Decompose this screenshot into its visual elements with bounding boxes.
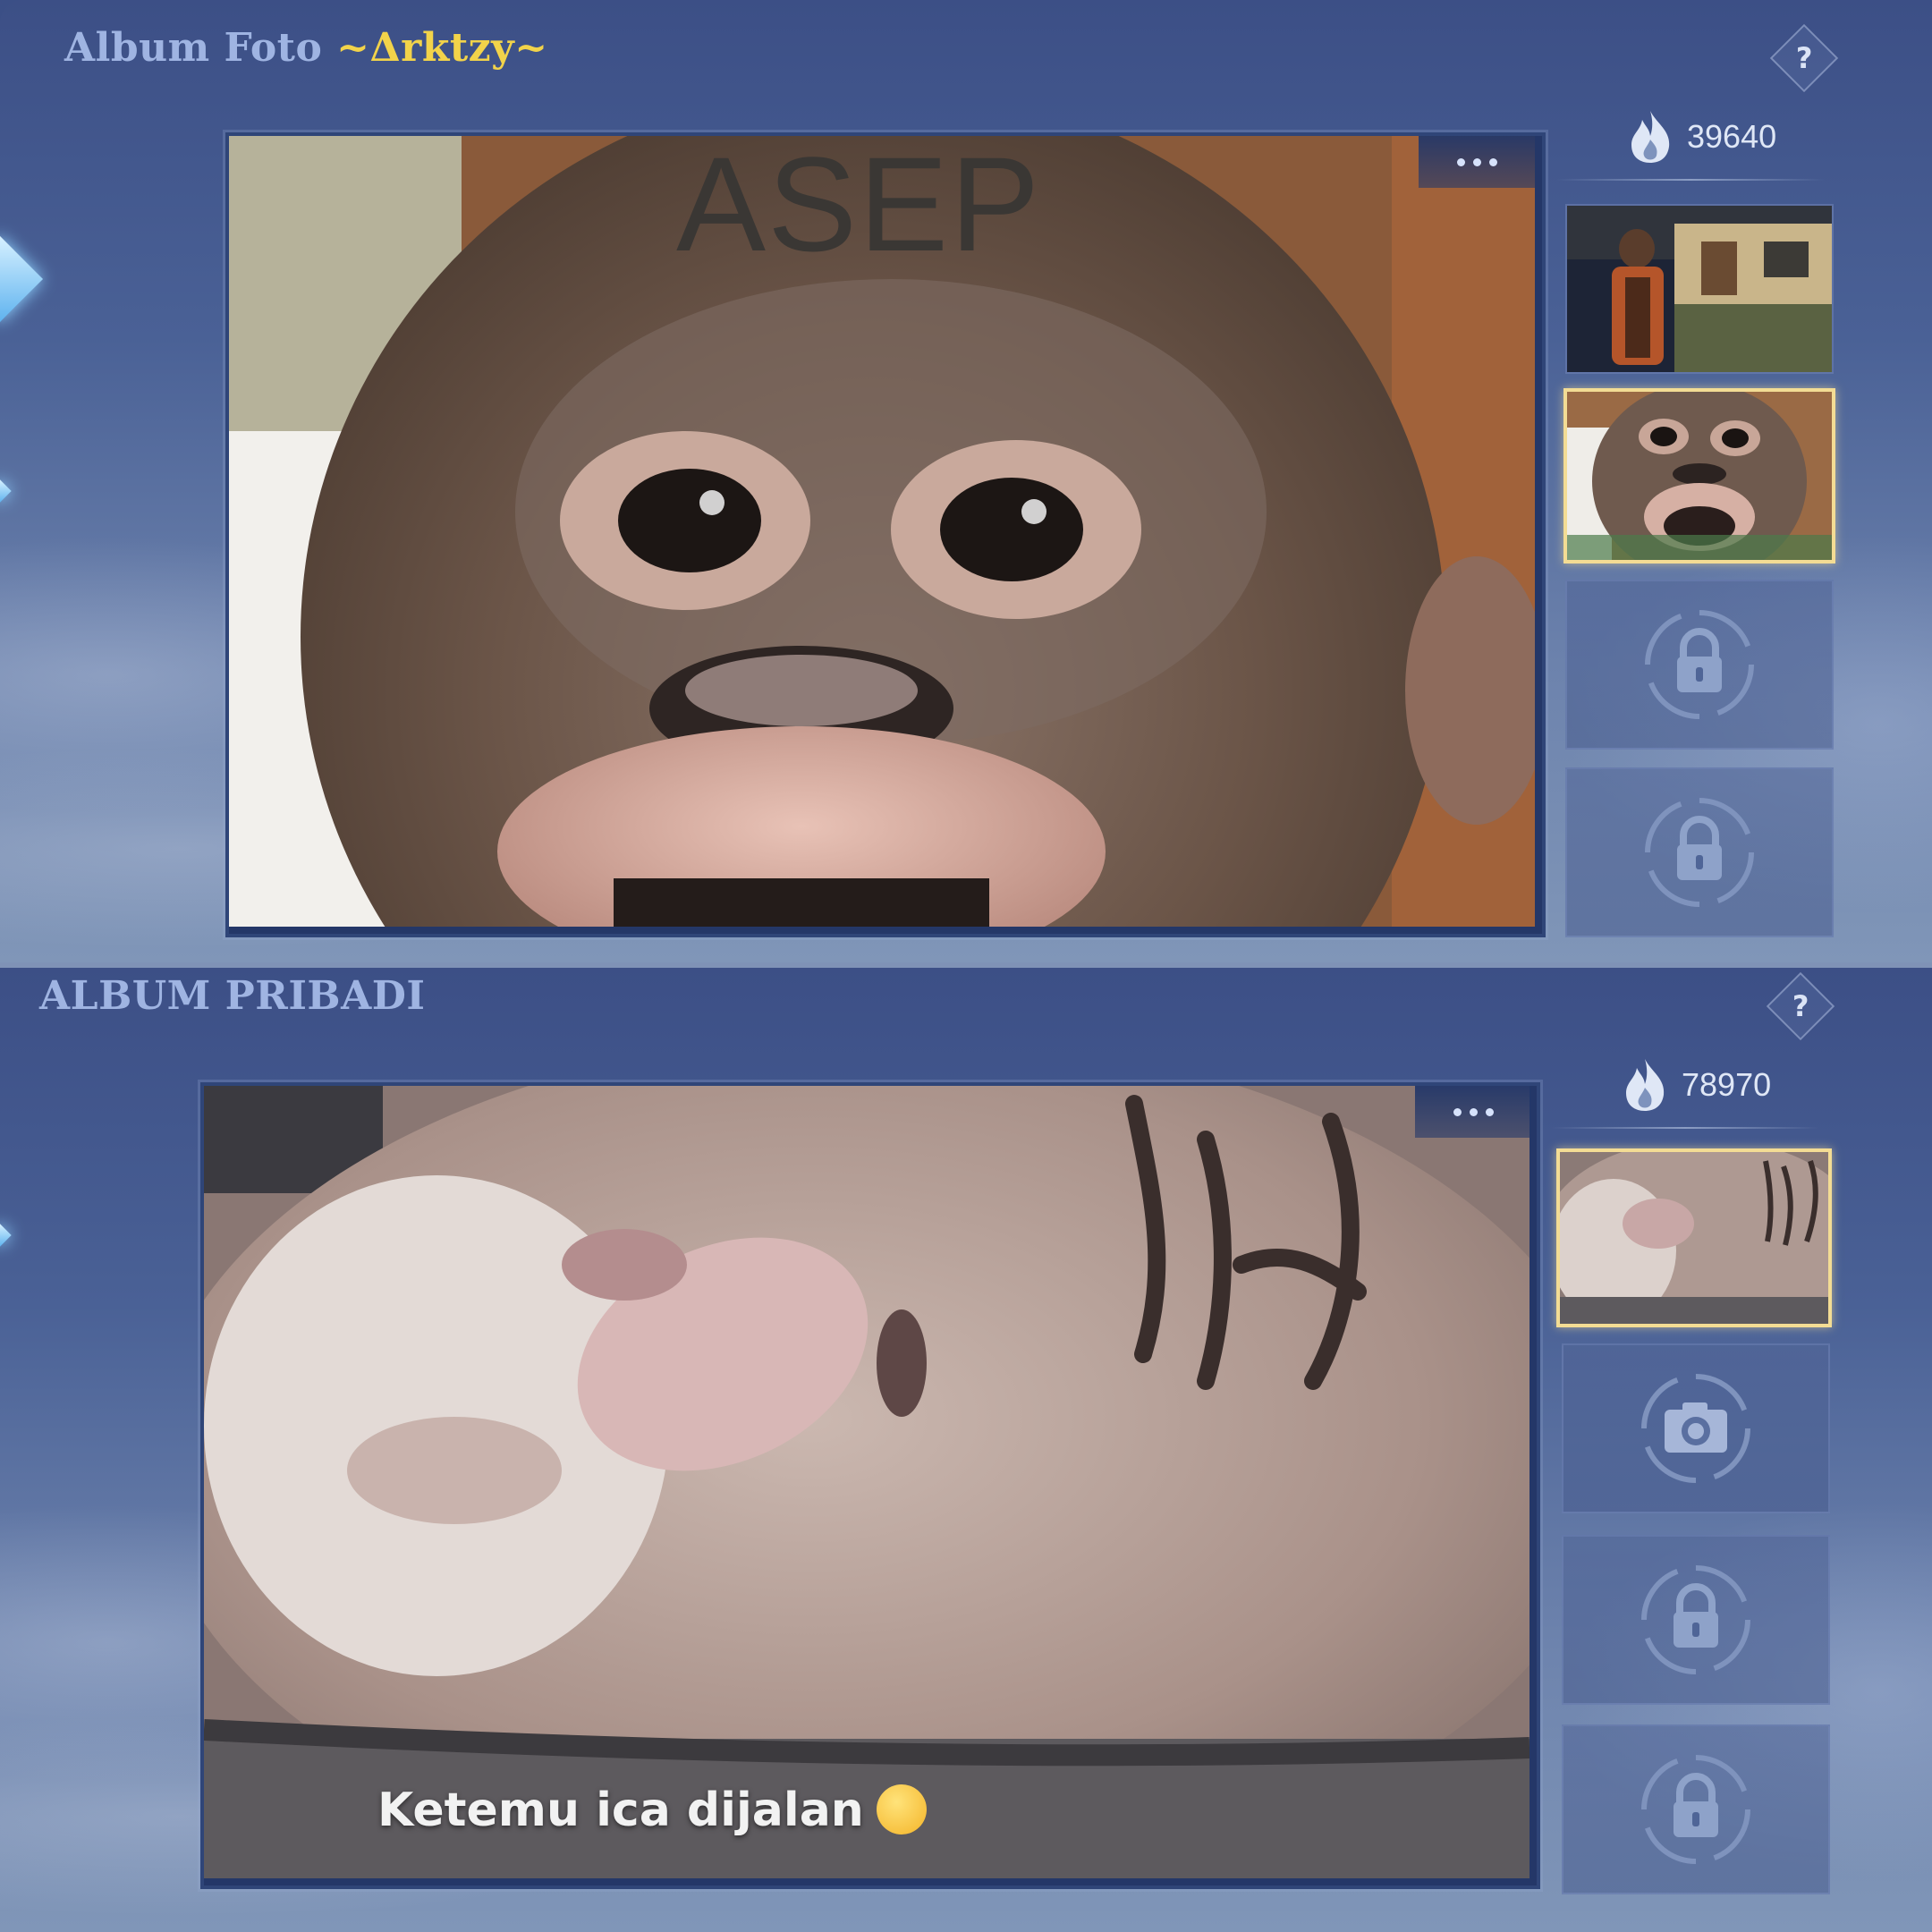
side-nav-marker	[0, 1224, 12, 1247]
album-title: ALBUM PRIBADI	[39, 973, 425, 1019]
side-nav-marker	[0, 479, 12, 503]
more-dots-icon	[1453, 1107, 1462, 1116]
album-title-label: Album Foto	[64, 25, 323, 71]
photo-caption-text: Ketemu ica dijalan	[377, 1784, 864, 1837]
more-options-button[interactable]	[1415, 1086, 1531, 1138]
main-photo[interactable]: Ketemu ica dijalan	[200, 1082, 1540, 1889]
popularity-counter: 39640	[1626, 109, 1776, 165]
camera-icon	[1641, 1374, 1750, 1483]
help-button[interactable]: ?	[1766, 971, 1835, 1041]
help-icon: ?	[1795, 41, 1813, 75]
album-owner-name: ~Δrktzy~	[336, 25, 548, 71]
more-options-button[interactable]	[1419, 136, 1535, 188]
thumbnail-photo-1-selected[interactable]	[1556, 1148, 1832, 1327]
fire-icon	[1626, 1059, 1665, 1111]
divider-line	[1551, 1127, 1819, 1129]
thumbnail-photo-1[interactable]	[1565, 204, 1834, 374]
album-panel-1: Album Foto ~Δrktzy~ ? ASEP 39640	[0, 0, 1932, 964]
album-panel-2: ALBUM PRIBADI ? Ketemu ica dijalan 78970	[0, 968, 1932, 1932]
help-icon: ?	[1792, 989, 1809, 1023]
popularity-counter: 78970	[1621, 1057, 1771, 1113]
hugging-emoji-icon	[876, 1784, 927, 1835]
lock-icon	[1645, 798, 1754, 907]
help-button[interactable]: ?	[1769, 23, 1839, 93]
divider-line	[1556, 179, 1825, 181]
photo-caption: Ketemu ica dijalan	[377, 1784, 927, 1838]
popularity-value: 78970	[1682, 1066, 1772, 1103]
lock-icon	[1641, 1565, 1750, 1674]
locked-slot-1[interactable]	[1562, 1535, 1830, 1705]
main-photo[interactable]: ASEP	[225, 132, 1546, 937]
photo-caption: ASEP	[676, 132, 1042, 279]
album-title: Album Foto ~Δrktzy~	[64, 25, 548, 71]
lock-icon	[1645, 610, 1754, 719]
fire-icon	[1631, 111, 1670, 163]
thumbnail-photo-2-selected[interactable]	[1563, 388, 1835, 564]
album-title-label: ALBUM PRIBADI	[39, 973, 426, 1019]
lock-icon	[1641, 1755, 1750, 1864]
popularity-value: 39640	[1687, 118, 1777, 155]
more-dots-icon	[1456, 157, 1465, 166]
locked-slot-2[interactable]	[1562, 1724, 1830, 1894]
locked-slot-1[interactable]	[1565, 580, 1834, 750]
side-nav-diamond[interactable]	[0, 235, 44, 323]
pig-photo	[204, 1086, 1530, 1878]
upload-photo-slot[interactable]	[1562, 1343, 1830, 1513]
locked-slot-2[interactable]	[1565, 767, 1834, 937]
